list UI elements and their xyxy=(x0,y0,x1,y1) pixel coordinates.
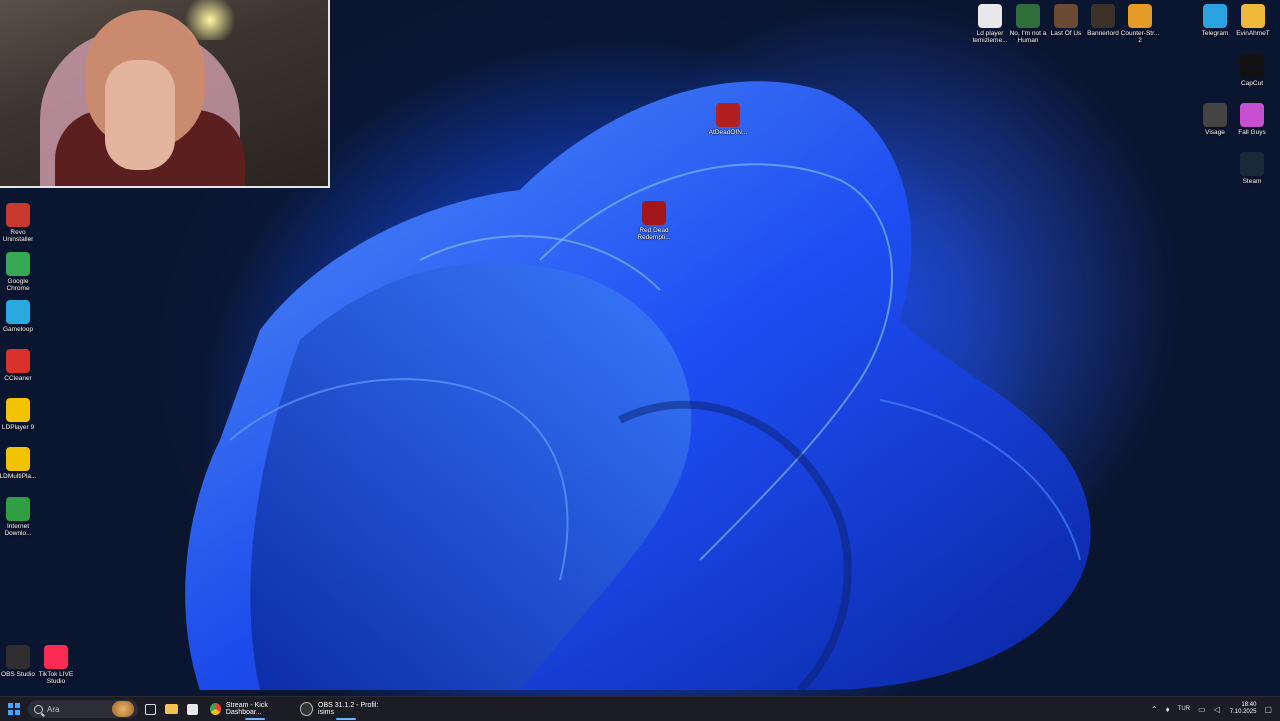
task-label: OBS 31.1.2 - Profil: isims xyxy=(318,702,379,716)
desktop-icon-label: Steam xyxy=(1242,178,1262,185)
desktop-icon-label: No, I'm not a Human xyxy=(1009,30,1047,44)
desktop-icon-revo-uninstaller[interactable]: Revo Uninstaller xyxy=(0,203,38,243)
desktop-icon-label: AtDeadOfN... xyxy=(708,129,748,136)
desktop-icon-chrome[interactable]: Google Chrome xyxy=(0,252,38,292)
desktop-icon-label: Red Dead Redempti... xyxy=(637,227,671,241)
desktop-icon-capcut[interactable]: CapCut xyxy=(1232,54,1272,87)
steam-icon xyxy=(1240,152,1264,176)
webcam-overlay xyxy=(0,0,330,188)
desktop-icon-label: TikTok LIVE Studio xyxy=(38,671,74,685)
desktop-icon-ccleaner[interactable]: CCleaner xyxy=(0,349,38,382)
desktop-icon-label: Bannerlord xyxy=(1087,30,1119,37)
desktop-icon-fall-guys[interactable]: Fall Guys xyxy=(1232,103,1272,136)
ccleaner-icon xyxy=(6,349,30,373)
desktop-icon-label: Counter-Str... 2 xyxy=(1120,30,1160,44)
last-of-us-icon xyxy=(1054,4,1078,28)
microphone-icon[interactable]: ♦ xyxy=(1166,705,1170,714)
internet-download-manager-icon xyxy=(6,497,30,521)
language-indicator[interactable]: TUR xyxy=(1178,706,1190,712)
system-tray: ⌃ ♦ TUR ▭ ◁ 18:40 7.10.2025 ▢ xyxy=(1143,697,1272,721)
windows-logo-icon xyxy=(8,703,20,715)
desktop-icon-tiktok-live[interactable]: TikTok LIVE Studio xyxy=(36,645,76,685)
desktop-icon-label: Gameloop xyxy=(3,326,33,333)
desktop-icon-visage[interactable]: Visage xyxy=(1195,103,1235,136)
fall-guys-icon xyxy=(1240,103,1264,127)
chevron-up-icon[interactable]: ⌃ xyxy=(1151,705,1158,714)
ldmultiplayer-icon xyxy=(6,447,30,471)
chrome-icon xyxy=(6,252,30,276)
notification-icon[interactable]: ▢ xyxy=(1264,705,1272,714)
gameloop-icon xyxy=(6,300,30,324)
desktop-icon-label: LDMultiPla... xyxy=(0,473,37,480)
search-highlight-icon xyxy=(112,701,134,717)
desktop-icon-ldplayer[interactable]: LDPlayer 9 xyxy=(0,398,38,431)
chrome-icon xyxy=(210,703,221,715)
bannerlord-icon xyxy=(1091,4,1115,28)
search-placeholder: Ara xyxy=(47,704,60,714)
obs-icon xyxy=(6,645,30,669)
desktop-icon-label: Telegram xyxy=(1201,30,1229,37)
clock-time: 18:40 xyxy=(1241,702,1257,708)
telegram-icon xyxy=(1203,4,1227,28)
revo-uninstaller-icon xyxy=(6,203,30,227)
desktop-icon-label: Fall Guys xyxy=(1238,129,1266,136)
desktop-icon-not-human-game[interactable]: No, I'm not a Human xyxy=(1008,4,1048,44)
network-icon[interactable]: ▭ xyxy=(1198,705,1206,714)
ldplayer-icon xyxy=(6,398,30,422)
taskbar: Ara Stream - Kick Dashboar... OBS 31.1.2… xyxy=(0,696,1280,721)
visage-icon xyxy=(1203,103,1227,127)
taskbar-search[interactable]: Ara xyxy=(28,700,138,718)
task-label: Stream - Kick Dashboar... xyxy=(225,702,268,716)
desktop-icon-last-of-us[interactable]: Last Of Us xyxy=(1046,4,1086,37)
desktop-icon-label: LDPlayer 9 xyxy=(1,424,35,431)
desktop-icon-ldmultiplayer[interactable]: LDMultiPla... xyxy=(0,447,38,480)
task-obs[interactable]: OBS 31.1.2 - Profil: isims xyxy=(296,697,396,721)
file-explorer-button[interactable] xyxy=(165,697,178,721)
task-view-icon xyxy=(145,703,156,715)
task-chrome-stream[interactable]: Stream - Kick Dashboar... xyxy=(206,697,304,721)
desktop-icon-bannerlord[interactable]: Bannerlord xyxy=(1083,4,1123,37)
folder-icon xyxy=(1241,4,1265,28)
app-icon xyxy=(187,703,198,715)
folder-icon xyxy=(165,704,178,714)
taskbar-app-button[interactable] xyxy=(187,697,198,721)
red-dead-redemption-icon xyxy=(642,201,666,225)
counter-strike-icon xyxy=(1128,4,1152,28)
desktop-icon-obs[interactable]: OBS Studio xyxy=(0,645,38,678)
desktop-icon-label: EvinAhmeT xyxy=(1236,30,1270,37)
at-dead-of-night-icon xyxy=(716,103,740,127)
desktop-icon-internet-download-manager[interactable]: Internet Downlo... xyxy=(0,497,38,537)
desktop-icon-telegram[interactable]: Telegram xyxy=(1195,4,1235,37)
task-view-button[interactable] xyxy=(145,697,156,721)
start-button[interactable] xyxy=(8,697,26,721)
search-icon xyxy=(34,704,43,714)
desktop-icon-gameloop[interactable]: Gameloop xyxy=(0,300,38,333)
volume-icon[interactable]: ◁ xyxy=(1214,705,1220,714)
desktop-icon-folder[interactable]: EvinAhmeT xyxy=(1233,4,1273,37)
desktop-icon-label: CapCut xyxy=(1240,80,1264,87)
not-human-game-icon xyxy=(1016,4,1040,28)
desktop-icon-label: Google Chrome xyxy=(6,278,30,292)
clock-date: 7.10.2025 xyxy=(1229,709,1257,715)
desktop-icon-label: Visage xyxy=(1205,129,1225,136)
capcut-icon xyxy=(1240,54,1264,78)
desktop-icon-at-dead-of-night[interactable]: AtDeadOfN... xyxy=(708,103,748,136)
obs-icon xyxy=(300,702,314,716)
desktop-icon-label: OBS Studio xyxy=(1,671,35,678)
desktop-icon-steam[interactable]: Steam xyxy=(1232,152,1272,185)
desktop-icon-label: Ld player temizleme... xyxy=(972,30,1008,44)
tiktok-live-icon xyxy=(44,645,68,669)
desktop-icon-label: Last Of Us xyxy=(1050,30,1082,37)
clock[interactable]: 18:40 7.10.2025 xyxy=(1230,702,1257,716)
desktop-icon-label: Internet Downlo... xyxy=(4,523,32,537)
desktop-icon-label: CCleaner xyxy=(4,375,32,382)
desktop-icon-red-dead-redemption[interactable]: Red Dead Redempti... xyxy=(634,201,674,241)
ldplayer-clean-icon xyxy=(978,4,1002,28)
desktop-icon-label: Revo Uninstaller xyxy=(2,229,34,243)
desktop-icon-counter-strike[interactable]: Counter-Str... 2 xyxy=(1120,4,1160,44)
desktop-icon-ldplayer-clean[interactable]: Ld player temizleme... xyxy=(970,4,1010,44)
